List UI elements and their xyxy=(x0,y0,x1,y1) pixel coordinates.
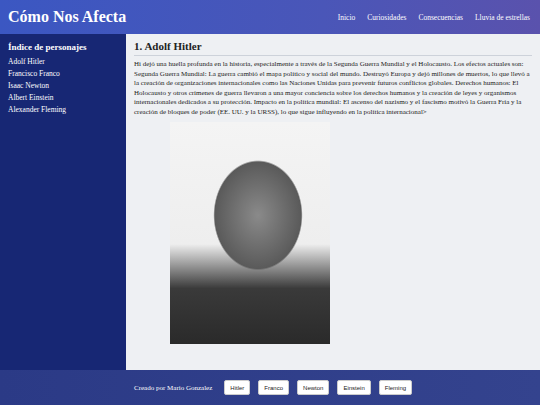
footer-credit: Creado por Mario Gonzalez xyxy=(134,384,212,392)
footer-button[interactable]: Einstein xyxy=(337,380,370,395)
footer-button[interactable]: Franco xyxy=(258,380,289,395)
sidebar-item[interactable]: Adolf Hitler xyxy=(8,56,118,68)
top-nav: Inicio Curiosidades Consecuencias Lluvia de… xyxy=(338,13,530,22)
sidebar-item[interactable]: Alexander Fleming xyxy=(8,104,118,116)
sidebar-item[interactable]: Albert Einstein xyxy=(8,92,118,104)
footer-button[interactable]: Fleming xyxy=(379,380,412,395)
sidebar-item[interactable]: Francisco Franco xyxy=(8,68,118,80)
nav-link[interactable]: Lluvia de estrellas xyxy=(475,13,530,22)
sidebar-item[interactable]: Isaac Newton xyxy=(8,80,118,92)
nav-link[interactable]: Consecuencias xyxy=(418,13,463,22)
sidebar-heading: Índice de personajes xyxy=(8,42,118,52)
sidebar-list: Adolf HitlerFrancisco FrancoIsaac Newton… xyxy=(8,56,118,116)
nav-link[interactable]: Curiosidades xyxy=(367,13,406,22)
content: 1. Adolf Hitler Hi dejó una huella profun… xyxy=(126,34,540,370)
section-heading: 1. Adolf Hitler xyxy=(134,40,532,56)
top-header: Cómo Nos Afecta Inicio Curiosidades Consecu… xyxy=(0,0,540,34)
site-title: Cómo Nos Afecta xyxy=(8,8,126,26)
nav-link[interactable]: Inicio xyxy=(338,13,356,22)
footer-button[interactable]: Newton xyxy=(297,380,329,395)
footer-button[interactable]: Hitler xyxy=(224,380,250,395)
footer: Creado por Mario Gonzalez Hitler Franco New… xyxy=(0,370,540,405)
sidebar: Índice de personajes Adolf HitlerFrancisc… xyxy=(0,34,126,370)
section-text: Hi dejó una huella profunda en la histor… xyxy=(134,60,532,118)
portrait-photo xyxy=(170,122,330,344)
